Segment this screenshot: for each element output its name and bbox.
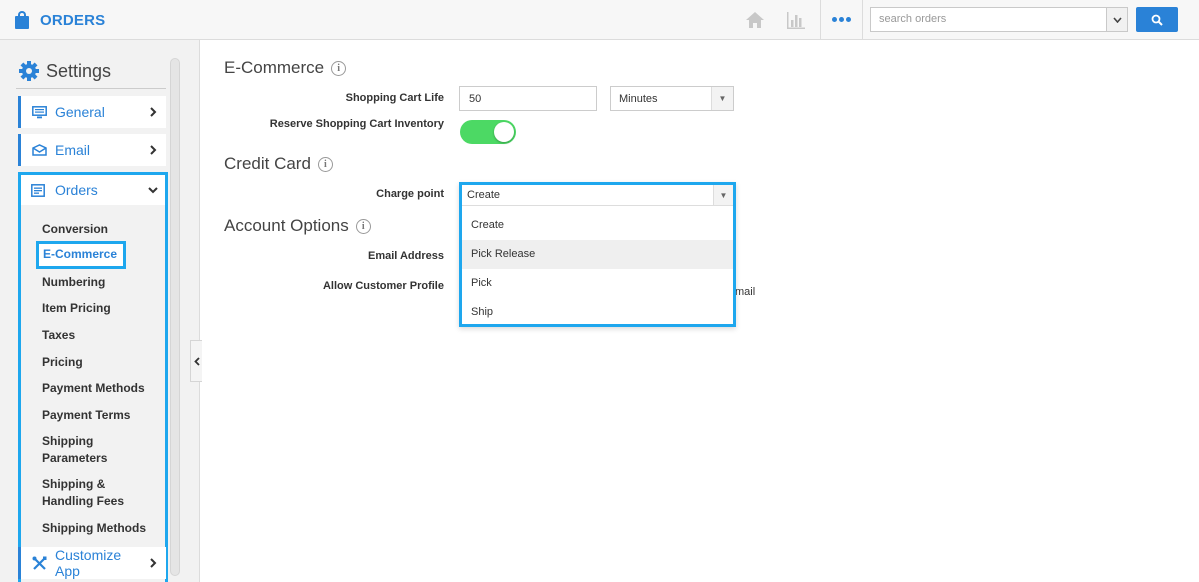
charge-point-dropdown[interactable]: Create ▼ Create Pick Release Pick Ship (459, 182, 736, 327)
caret-down-icon: ▼ (711, 87, 733, 110)
search-input[interactable]: search orders (870, 7, 1110, 32)
app-brand[interactable]: ORDERS (14, 0, 105, 40)
toolbar-divider (820, 0, 821, 40)
section-title-credit-card: Credit Card i (224, 154, 333, 174)
settings-title: Settings (46, 60, 112, 81)
select-value: Create (467, 189, 501, 201)
section-title-account-options: Account Options i (224, 216, 371, 236)
section-title-ecommerce: E-Commerce i (224, 58, 347, 78)
sidebar-subitem-payment-terms[interactable]: Payment Terms (42, 407, 130, 424)
sidebar-item-label: Customize App (55, 547, 122, 579)
sidebar-item-customize-app[interactable]: Customize App (18, 547, 166, 579)
sidebar-subitem-pricing[interactable]: Pricing (42, 354, 83, 371)
gear-icon (19, 61, 39, 81)
sidebar-subitem-label: E-Commerce (43, 247, 118, 261)
info-icon[interactable]: i (317, 156, 333, 172)
home-icon[interactable] (744, 10, 766, 30)
email-address-label: Email Address (367, 250, 444, 262)
sidebar-subitem-shipping-parameters[interactable]: Shipping Parameters (42, 433, 122, 467)
reserve-inventory-toggle[interactable] (460, 120, 516, 144)
dropdown-option-create[interactable]: Create (462, 211, 733, 240)
charge-point-label: Charge point (376, 188, 444, 200)
app-title: ORDERS (40, 11, 106, 29)
top-bar: ORDERS search orders (0, 0, 1199, 40)
shopping-cart-life-input[interactable]: 50 (459, 86, 597, 111)
caret-down-icon: ▼ (713, 185, 733, 205)
sidebar-item-general[interactable]: General (18, 96, 166, 128)
select-value: Minutes (619, 93, 658, 105)
divider (16, 88, 166, 89)
dropdown-option-ship[interactable]: Ship (462, 298, 733, 327)
more-options-icon[interactable] (832, 17, 851, 22)
chevron-down-icon (148, 187, 158, 194)
info-icon[interactable]: i (355, 218, 371, 234)
settings-sidebar: Settings General Email Orders Conversion… (0, 40, 200, 582)
sidebar-subitem-shipping-methods[interactable]: Shipping Methods (42, 520, 146, 537)
collapse-sidebar-button[interactable] (190, 340, 202, 382)
sidebar-item-label: Orders (55, 182, 98, 198)
allow-customer-profile-label: Allow Customer Profile (322, 280, 444, 292)
chevron-left-icon (193, 356, 200, 366)
sidebar-subitem-taxes[interactable]: Taxes (42, 327, 75, 344)
shopping-cart-life-unit-select[interactable]: Minutes ▼ (610, 86, 734, 111)
info-icon[interactable]: i (331, 60, 347, 76)
shopping-bag-icon (14, 11, 30, 29)
section-title-text: Account Options (224, 216, 349, 235)
chevron-right-icon (150, 558, 157, 568)
chevron-right-icon (150, 145, 157, 155)
dropdown-option-pick[interactable]: Pick (462, 269, 733, 298)
sidebar-subitem-numbering[interactable]: Numbering (42, 274, 105, 291)
sidebar-subitem-ecommerce[interactable]: E-Commerce (36, 241, 126, 269)
chevron-down-icon (1112, 16, 1122, 23)
charge-point-select[interactable]: Create ▼ (462, 185, 733, 206)
search-button[interactable] (1136, 7, 1178, 32)
search-filter-dropdown[interactable] (1106, 7, 1128, 32)
reserve-inventory-label: Reserve Shopping Cart Inventory (269, 118, 444, 130)
section-title-text: E-Commerce (224, 58, 325, 77)
section-title-text: Credit Card (224, 154, 311, 173)
toolbar-divider (862, 0, 863, 40)
email-option-text: mail (735, 286, 756, 298)
sidebar-subitem-item-pricing[interactable]: Item Pricing (42, 300, 111, 317)
monitor-icon (31, 105, 47, 119)
sidebar-subitem-payment-methods[interactable]: Payment Methods (42, 380, 145, 397)
bar-chart-icon[interactable] (786, 10, 806, 30)
shopping-cart-life-label: Shopping Cart Life (345, 92, 444, 104)
sidebar-scrollbar[interactable] (170, 58, 180, 576)
sidebar-item-email[interactable]: Email (18, 134, 166, 166)
tools-icon (31, 556, 47, 570)
envelope-icon (31, 143, 47, 157)
search-icon (1151, 14, 1163, 26)
sidebar-item-label: Email (55, 142, 91, 158)
dropdown-option-pick-release[interactable]: Pick Release (462, 240, 733, 269)
toggle-knob (494, 122, 514, 142)
sidebar-subitem-conversion[interactable]: Conversion (42, 221, 108, 238)
orders-icon (31, 183, 47, 197)
sidebar-section-orders: Orders Conversion E-Commerce Numbering I… (18, 172, 168, 582)
chevron-right-icon (150, 107, 157, 117)
settings-heading: Settings (18, 60, 111, 82)
sidebar-item-label: General (55, 104, 105, 120)
sidebar-subitem-shipping-handling-fees[interactable]: Shipping & Handling Fees (42, 476, 132, 510)
sidebar-item-orders[interactable]: Orders (21, 175, 165, 205)
